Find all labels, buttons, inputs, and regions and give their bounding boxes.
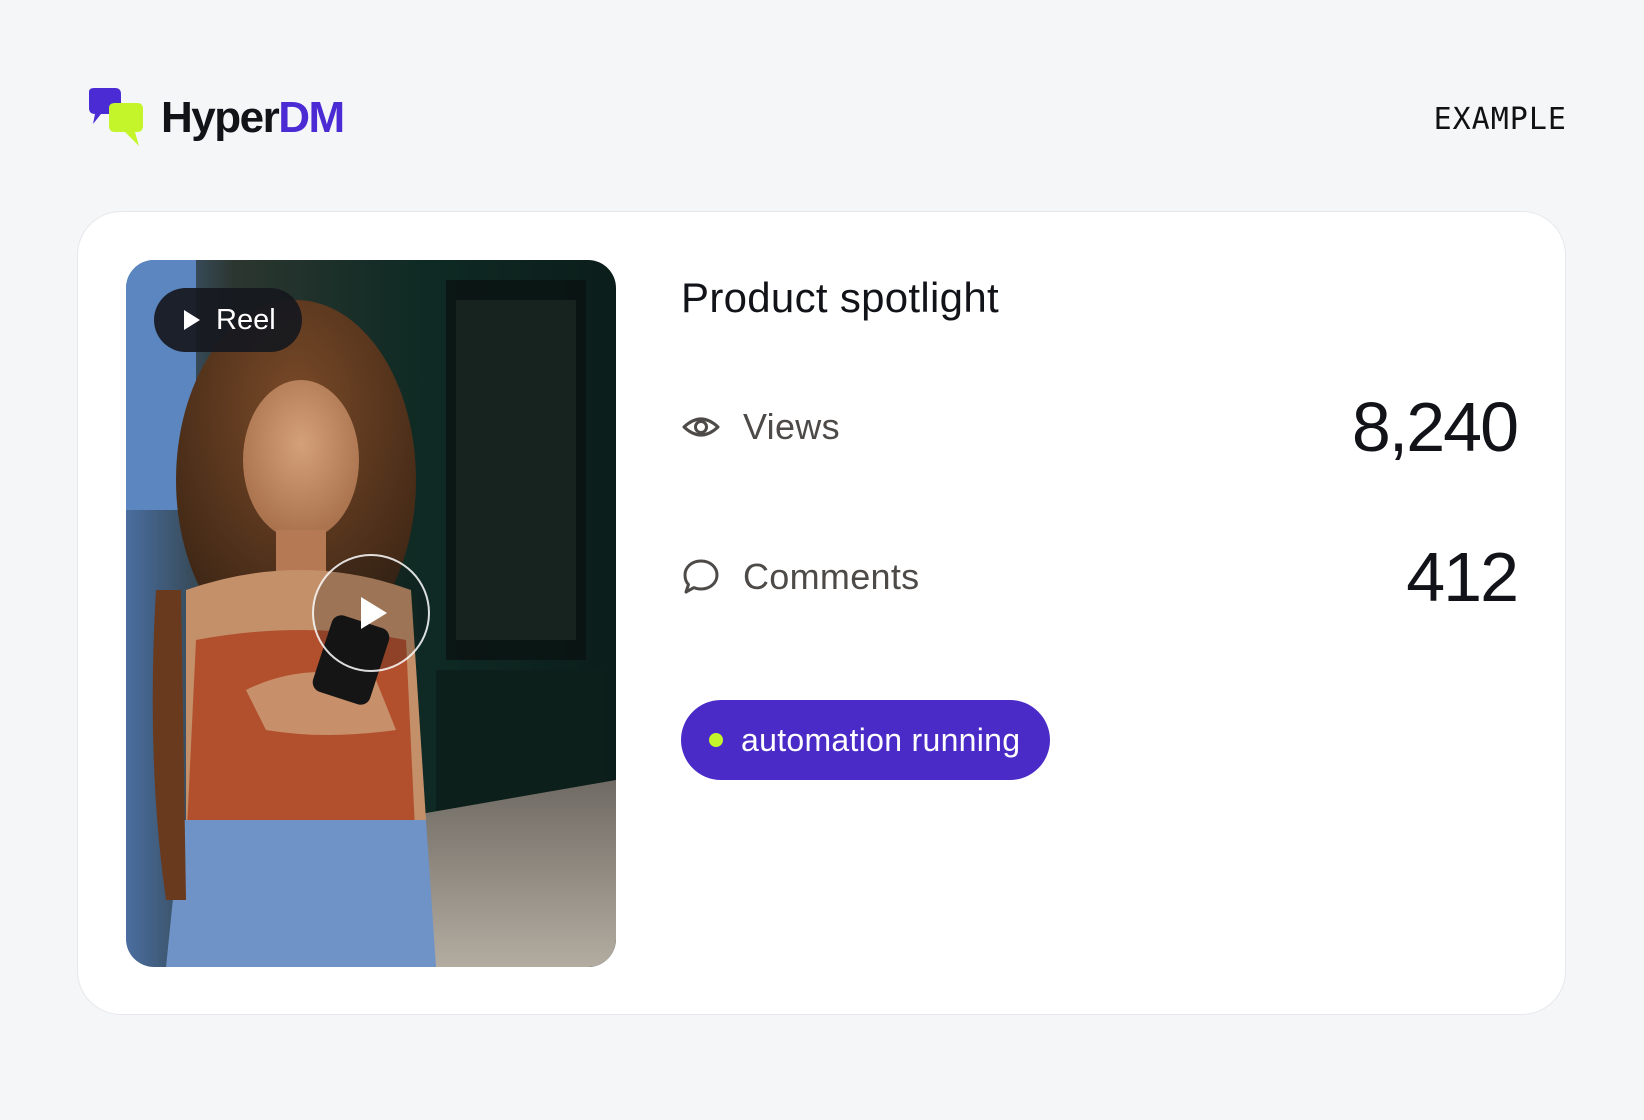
reel-badge: Reel — [154, 288, 302, 352]
eye-icon — [681, 407, 721, 447]
automation-status-label: automation running — [741, 721, 1021, 758]
chat-bubbles-logo-icon — [85, 86, 149, 150]
play-triangle-icon — [184, 310, 200, 330]
reel-badge-label: Reel — [216, 303, 276, 336]
play-button[interactable] — [312, 554, 430, 672]
comments-label: Comments — [743, 556, 920, 597]
reel-media[interactable]: Reel — [126, 260, 616, 967]
play-icon — [361, 597, 387, 629]
example-tag: EXAMPLE — [1433, 102, 1567, 137]
automation-status-badge[interactable]: automation running — [681, 700, 1051, 780]
post-info: Product spotlight Views 8,240 Comments 4… — [681, 212, 1519, 1014]
status-dot-icon — [709, 733, 723, 747]
post-title: Product spotlight — [681, 274, 999, 321]
brand-wordmark-dm: DM — [278, 93, 345, 142]
brand-wordmark: HyperDM — [161, 93, 345, 142]
views-stat: Views 8,240 — [681, 387, 1519, 467]
views-label: Views — [743, 406, 840, 447]
comments-stat: Comments 412 — [681, 537, 1519, 617]
post-card: Reel Product spotlight Views 8,240 Comme… — [77, 211, 1566, 1015]
brand-logo[interactable]: HyperDM — [85, 86, 345, 150]
comments-value: 412 — [1406, 538, 1519, 616]
brand-wordmark-hyper: Hyper — [161, 93, 280, 142]
page-header: HyperDM EXAMPLE — [0, 0, 1644, 200]
views-value: 8,240 — [1351, 388, 1519, 466]
comment-icon — [681, 557, 721, 597]
